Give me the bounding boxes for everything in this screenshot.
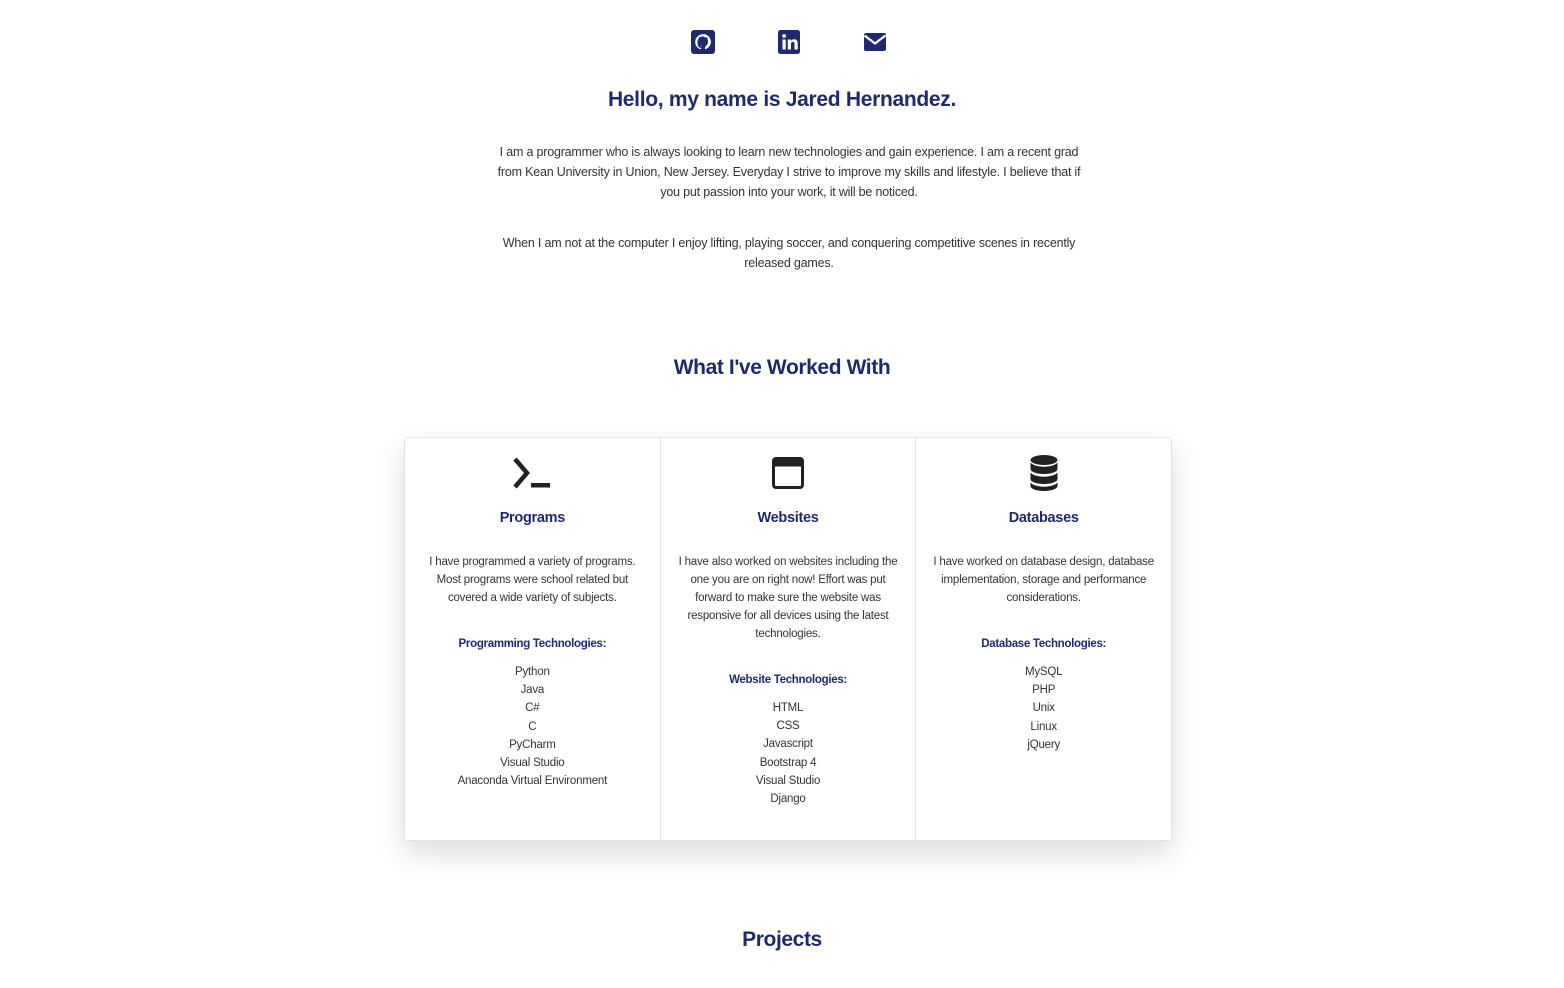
- intro-paragraph-2: When I am not at the computer I enjoy li…: [502, 236, 1076, 270]
- websites-card: Websites I have also worked on websites …: [659, 438, 916, 840]
- list-item: HTML: [772, 702, 804, 714]
- email-link[interactable]: [862, 29, 888, 55]
- list-item: Linux: [1030, 720, 1057, 733]
- list-item: jQuery: [1027, 738, 1061, 751]
- card-description: I have programmed a variety of programs.…: [429, 556, 636, 604]
- envelope-icon: [863, 33, 887, 51]
- list-item: PyCharm: [509, 738, 556, 751]
- card-title: Websites: [757, 510, 819, 526]
- social-links: [0, 29, 1564, 55]
- programs-card: Programs I have programmed a variety of …: [405, 438, 660, 840]
- card-title: Databases: [1008, 510, 1079, 526]
- list-item: Visual Studio: [755, 774, 821, 787]
- list-item: Visual Studio: [500, 757, 565, 770]
- linkedin-icon: [778, 30, 800, 54]
- database-icon: [930, 454, 1157, 492]
- list-item: MySQL: [1025, 666, 1063, 678]
- linkedin-link[interactable]: [776, 29, 802, 55]
- list-item: Java: [520, 684, 545, 697]
- terminal-icon: [419, 454, 646, 492]
- browser-window-icon: [675, 454, 902, 492]
- card-description: I have also worked on websites including…: [678, 556, 898, 640]
- intro-heading: Hello, my name is Jared Hernandez.: [607, 88, 957, 111]
- card-subtitle: Database Technologies:: [981, 638, 1107, 650]
- card-description: I have worked on database design, databa…: [933, 556, 1154, 604]
- list-item: Unix: [1032, 702, 1055, 715]
- intro-paragraph-1: I am a programmer who is always looking …: [497, 145, 1081, 199]
- projects-title: Projects: [742, 928, 822, 951]
- technology-list: MySQL PHP Unix Linux jQuery: [930, 663, 1157, 754]
- card-subtitle: Programming Technologies:: [458, 638, 607, 650]
- list-item: C: [528, 720, 537, 733]
- list-item: PHP: [1032, 684, 1056, 697]
- card-title: Programs: [499, 510, 566, 526]
- card-subtitle: Website Technologies:: [729, 674, 847, 686]
- list-item: Javascript: [763, 738, 813, 751]
- list-item: CSS: [776, 720, 800, 733]
- skills-card-group: Programs I have programmed a variety of …: [404, 437, 1172, 841]
- technology-list: HTML CSS Javascript Bootstrap 4 Visual S…: [675, 699, 902, 808]
- list-item: Python: [515, 666, 550, 678]
- list-item: Django: [770, 793, 806, 806]
- list-item: Bootstrap 4: [759, 756, 817, 769]
- list-item: Anaconda Virtual Environment: [457, 775, 608, 788]
- github-link[interactable]: [690, 29, 716, 55]
- databases-card: Databases I have worked on database desi…: [915, 438, 1171, 840]
- github-icon: [691, 30, 715, 54]
- list-item: C#: [525, 702, 540, 715]
- technology-list: Python Java C# C PyCharm Visual Studio A…: [419, 663, 646, 790]
- worked-with-title: What I've Worked With: [673, 356, 891, 379]
